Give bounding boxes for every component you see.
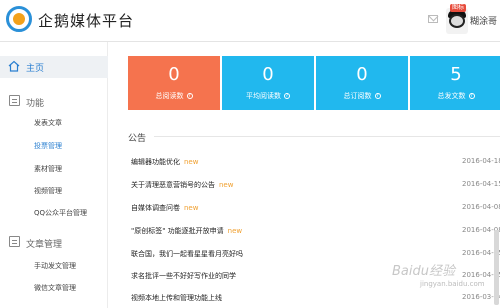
announcement-date: 2016-04-18 [462, 157, 500, 165]
new-badge: new [219, 181, 234, 189]
new-badge: new [184, 158, 199, 166]
sidebar-item-publish[interactable]: 发表文章 [34, 118, 62, 128]
watermark: Baidu经验 [392, 264, 455, 279]
announcement-date: 2016-04-08 [462, 203, 500, 211]
sidebar-item-label: 主页 [26, 64, 45, 74]
stat-card-articles[interactable]: 5 总发文数? [410, 56, 500, 110]
stat-value: 0 [356, 64, 368, 85]
sidebar-item-home[interactable]: 主页 [0, 56, 108, 78]
new-badge: new [184, 204, 199, 212]
mail-icon[interactable] [428, 15, 438, 23]
avatar-face [449, 14, 465, 28]
stat-value: 5 [450, 64, 462, 85]
announcement-text[interactable]: 联合国，我们一起看星星看月亮好吗 [131, 250, 243, 258]
help-icon[interactable]: ? [186, 93, 193, 99]
home-icon [8, 60, 20, 72]
sidebar-item-wechat[interactable]: 微信文章管理 [34, 283, 76, 293]
help-icon[interactable]: ? [468, 93, 475, 99]
announcement-text[interactable]: 关于清理恶意营销号的公告 [131, 181, 215, 189]
sidebar: 主页 功能 发表文章 投票管理 素材管理 视频管理 QQ公众平台管理 文章管理 … [0, 42, 108, 308]
stat-card-subscriptions[interactable]: 0 总订阅数? [316, 56, 408, 110]
new-badge: new [227, 227, 243, 235]
help-icon[interactable]: ? [284, 93, 290, 99]
stat-card-total-reads[interactable]: 0 总阅读数? [128, 56, 220, 110]
announcement-date: 2016-04-15 [462, 180, 500, 188]
top-header: 企鹅媒体平台 图标 糊涂哥 [0, 0, 500, 42]
announcement-text[interactable]: "原创标签" 功能逐批开放申请 [131, 227, 224, 235]
announcement-text[interactable]: 自媒体调查问卷 [131, 204, 180, 212]
announcement-row[interactable]: 视频本地上传和管理功能上线 2016-03-24 [128, 287, 500, 308]
sidebar-item-manual[interactable]: 手动发文管理 [34, 261, 76, 271]
sidebar-item-material[interactable]: 素材管理 [34, 164, 62, 174]
logo-icon[interactable] [6, 6, 32, 32]
announcement-row[interactable]: 自媒体调查问卷 new 2016-04-08 [128, 197, 500, 220]
announcements-title: 公告 [128, 134, 147, 144]
sidebar-section-function: 功能 [26, 99, 45, 109]
announcement-row[interactable]: "原创标签" 功能逐批开放申请 new 2016-04-08 [128, 220, 500, 243]
help-icon[interactable]: ? [374, 93, 381, 99]
article-icon [9, 236, 20, 247]
function-icon [9, 95, 20, 106]
brand-title[interactable]: 企鹅媒体平台 [38, 10, 134, 31]
announcement-row[interactable]: 关于清理恶意营销号的公告 new 2016-04-15 [128, 174, 500, 197]
stat-value: 0 [262, 64, 274, 85]
stat-label: 平均阅读数 [246, 92, 281, 100]
stat-label: 总订阅数 [343, 92, 372, 100]
scrollbar[interactable] [494, 230, 499, 305]
stat-card-avg-reads[interactable]: 0 平均阅读数? [222, 56, 314, 110]
sidebar-section-article: 文章管理 [26, 240, 63, 250]
stat-label: 总阅读数 [155, 92, 184, 100]
announcement-text[interactable]: 求名批评一些不好好写作业的同学 [131, 272, 236, 280]
username[interactable]: 糊涂哥 [470, 14, 497, 27]
sidebar-item-vote[interactable]: 投票管理 [34, 141, 62, 151]
announcement-row[interactable]: 编辑器功能优化 new 2016-04-18 [128, 151, 500, 174]
stat-label: 总发文数 [437, 92, 466, 100]
stat-value: 0 [168, 64, 180, 85]
sidebar-item-qq[interactable]: QQ公众平台管理 [34, 208, 87, 218]
divider [154, 136, 500, 137]
sidebar-item-video[interactable]: 视频管理 [34, 186, 62, 196]
announcement-text[interactable]: 编辑器功能优化 [131, 158, 180, 166]
watermark-url: jingyan.baidu.com [420, 280, 485, 288]
announcement-text[interactable]: 视频本地上传和管理功能上线 [131, 294, 222, 302]
avatar-badge: 图标 [450, 4, 467, 12]
